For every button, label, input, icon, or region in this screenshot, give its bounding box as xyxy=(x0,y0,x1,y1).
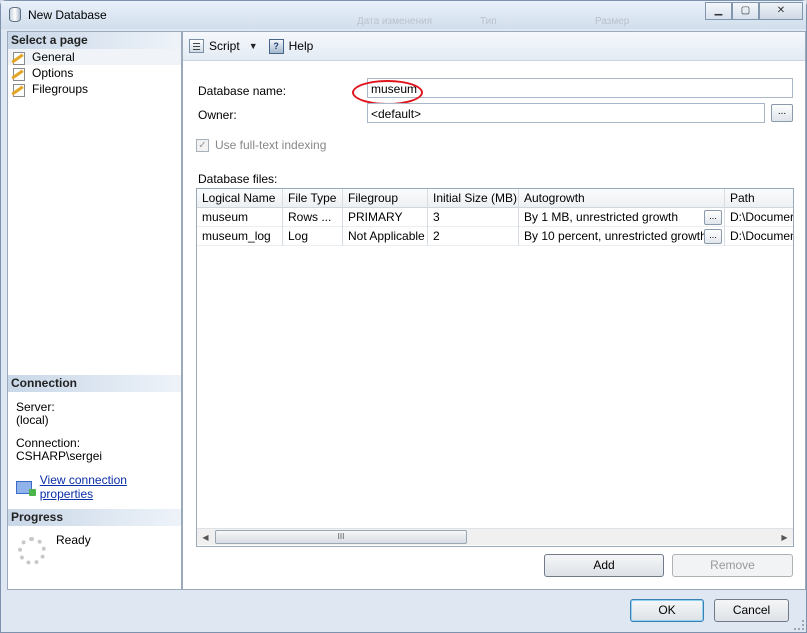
cell-filegroup[interactable]: Not Applicable xyxy=(343,227,428,246)
window-title: New Database xyxy=(28,8,107,22)
table-row[interactable]: museum Rows ... PRIMARY 3 By 1 MB, unres… xyxy=(197,208,793,227)
help-button[interactable]: ? Help xyxy=(268,38,314,54)
chevron-down-icon[interactable]: ▼ xyxy=(249,41,258,51)
title-bar[interactable]: New Database Дата изменения Тип Размер ▁… xyxy=(1,1,806,29)
connection-value: CSHARP\sergei xyxy=(16,449,103,463)
script-label: Script xyxy=(209,39,240,53)
autogrowth-edit-button[interactable]: ... xyxy=(704,210,722,225)
maximize-button[interactable]: ▢ xyxy=(732,2,759,20)
sidebar: Select a page General Options Filegroups… xyxy=(7,31,182,590)
column-header[interactable]: Logical Name xyxy=(197,189,283,208)
page-label: General xyxy=(32,50,75,64)
column-header[interactable]: Initial Size (MB) xyxy=(428,189,519,208)
progress-status: Ready xyxy=(56,533,91,547)
database-name-input[interactable]: museum xyxy=(367,78,793,98)
page-wrench-icon xyxy=(11,83,27,97)
autogrowth-edit-button[interactable]: ... xyxy=(704,229,722,244)
cell-logical-name[interactable]: museum_log xyxy=(197,227,283,246)
page-wrench-icon xyxy=(11,51,27,65)
fulltext-option: ✓ Use full-text indexing xyxy=(196,138,326,152)
connection-section: Connection Server: (local) Connection: C… xyxy=(8,375,181,501)
cell-autogrowth[interactable]: By 1 MB, unrestricted growth xyxy=(519,208,725,227)
database-files-grid[interactable]: Logical Name File Type Filegroup Initial… xyxy=(196,188,794,547)
owner-input[interactable]: <default> xyxy=(367,103,765,123)
cell-initial-size[interactable]: 3 xyxy=(428,208,519,227)
connection-header: Connection xyxy=(8,375,181,392)
select-page-header: Select a page xyxy=(8,32,181,49)
toolbar: Script ▼ ? Help xyxy=(183,32,805,61)
red-highlight-annotation xyxy=(352,80,423,105)
add-button[interactable]: Add xyxy=(544,554,664,577)
progress-section: Progress Ready xyxy=(8,509,181,565)
page-options[interactable]: Options xyxy=(8,65,181,81)
cell-logical-name[interactable]: museum xyxy=(197,208,283,227)
page-filegroups[interactable]: Filegroups xyxy=(8,81,181,97)
remove-button[interactable]: Remove xyxy=(672,554,793,577)
help-icon: ? xyxy=(268,38,284,54)
owner-browse-button[interactable]: ... xyxy=(771,104,793,122)
cell-file-type[interactable]: Log xyxy=(283,227,343,246)
column-header[interactable]: Autogrowth xyxy=(519,189,725,208)
owner-label: Owner: xyxy=(198,108,237,122)
progress-spinner-icon xyxy=(18,537,46,565)
cell-path[interactable]: D:\Documer xyxy=(725,208,793,227)
cell-initial-size[interactable]: 2 xyxy=(428,227,519,246)
server-value: (local) xyxy=(16,413,49,427)
view-connection-properties[interactable]: View connection properties xyxy=(8,473,181,501)
progress-header: Progress xyxy=(8,509,181,526)
script-button[interactable]: Script ▼ xyxy=(189,39,265,53)
grid-header: Logical Name File Type Filegroup Initial… xyxy=(197,189,793,208)
resize-grip-icon[interactable] xyxy=(794,620,804,630)
page-wrench-icon xyxy=(11,67,27,81)
database-icon xyxy=(9,7,21,22)
new-database-window: New Database Дата изменения Тип Размер ▁… xyxy=(0,0,807,633)
general-page: Script ▼ ? Help Database name: museum Ow… xyxy=(182,31,806,590)
script-icon xyxy=(189,39,204,53)
fulltext-checkbox: ✓ xyxy=(196,138,209,152)
help-label: Help xyxy=(288,39,314,53)
database-files-label: Database files: xyxy=(198,172,278,186)
cell-filegroup[interactable]: PRIMARY xyxy=(343,208,428,227)
cell-autogrowth[interactable]: By 10 percent, unrestricted growth xyxy=(519,227,725,246)
scroll-left-icon[interactable]: ◀ xyxy=(197,529,214,546)
scrollbar-thumb[interactable]: III xyxy=(215,530,467,544)
table-row[interactable]: museum_log Log Not Applicable 2 By 10 pe… xyxy=(197,227,793,246)
background-header: Дата изменения xyxy=(357,16,433,27)
page-general[interactable]: General xyxy=(8,49,181,65)
close-button[interactable]: ✕ xyxy=(759,2,803,20)
database-name-label: Database name: xyxy=(198,84,287,98)
connection-properties-icon xyxy=(16,480,36,496)
view-connection-properties-link[interactable]: View connection properties xyxy=(40,473,181,501)
fulltext-label: Use full-text indexing xyxy=(215,138,327,152)
scroll-right-icon[interactable]: ▶ xyxy=(776,529,793,546)
background-header: Тип xyxy=(480,16,497,27)
column-header[interactable]: Filegroup xyxy=(343,189,428,208)
column-header[interactable]: File Type xyxy=(283,189,343,208)
page-label: Options xyxy=(32,66,74,80)
cell-path[interactable]: D:\Documen xyxy=(725,227,793,246)
horizontal-scrollbar[interactable]: ◀ III ▶ xyxy=(197,528,793,545)
ok-button[interactable]: OK xyxy=(630,599,704,622)
cancel-button[interactable]: Cancel xyxy=(714,599,789,622)
page-label: Filegroups xyxy=(32,82,89,96)
background-header: Размер xyxy=(595,16,630,27)
column-header[interactable]: Path xyxy=(725,189,793,208)
minimize-button[interactable]: ▁ xyxy=(705,2,732,20)
cell-file-type[interactable]: Rows ... xyxy=(283,208,343,227)
